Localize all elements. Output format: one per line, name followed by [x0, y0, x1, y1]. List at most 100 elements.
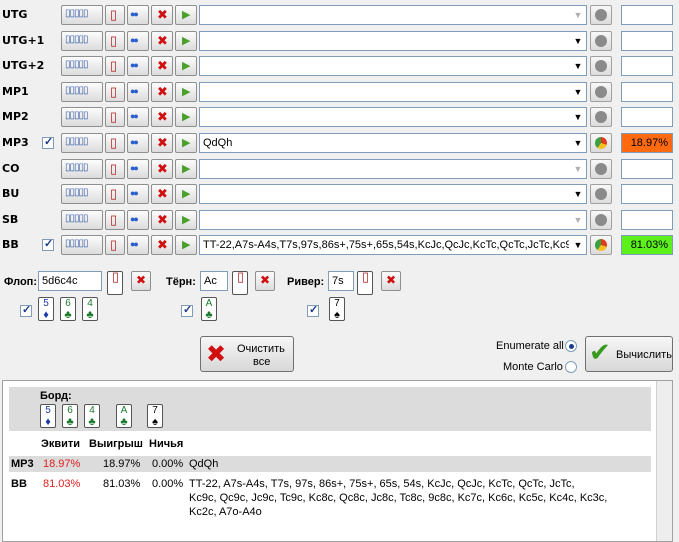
- status-dot-icon[interactable]: [590, 5, 612, 25]
- chips-icon[interactable]: [127, 56, 149, 77]
- hand-combo[interactable]: ▼: [199, 30, 587, 51]
- river-clear-button[interactable]: [381, 271, 401, 291]
- arrow-right-icon[interactable]: [175, 30, 197, 51]
- clear-icon[interactable]: [151, 5, 173, 25]
- turn-clear-button[interactable]: [255, 271, 275, 291]
- clear-icon[interactable]: [151, 184, 173, 205]
- card-picker-button[interactable]: [105, 133, 125, 153]
- chips-icon[interactable]: [127, 133, 149, 153]
- clear-icon[interactable]: [151, 235, 173, 256]
- chips-icon[interactable]: [127, 107, 149, 128]
- dropdown-arrow-icon[interactable]: ▼: [570, 236, 586, 254]
- clear-icon[interactable]: [151, 209, 173, 230]
- enumerate-radio[interactable]: [565, 340, 577, 352]
- arrow-right-icon[interactable]: [175, 235, 197, 256]
- calculate-button[interactable]: ✔ Вычислить: [585, 336, 673, 372]
- arrow-right-icon[interactable]: [175, 5, 197, 25]
- flop-checkbox[interactable]: [20, 303, 32, 317]
- range-matrix-button[interactable]: [61, 107, 103, 128]
- arrow-right-icon[interactable]: [175, 107, 197, 128]
- dropdown-arrow-icon[interactable]: ▼: [570, 211, 586, 229]
- turn-card-picker-button[interactable]: [232, 271, 248, 295]
- chips-icon[interactable]: [127, 209, 149, 230]
- range-matrix-button[interactable]: [61, 5, 103, 25]
- arrow-right-icon[interactable]: [175, 133, 197, 153]
- hand-combo[interactable]: ▼: [199, 5, 587, 25]
- status-dot-icon[interactable]: [590, 30, 612, 51]
- chips-icon[interactable]: [127, 184, 149, 205]
- chips-icon[interactable]: [127, 235, 149, 256]
- clear-icon[interactable]: [151, 56, 173, 77]
- arrow-right-icon[interactable]: [175, 158, 197, 179]
- card-picker-button[interactable]: [105, 81, 125, 102]
- card-picker-button[interactable]: [105, 5, 125, 25]
- hand-combo[interactable]: ▼: [199, 158, 587, 179]
- arrow-right-icon[interactable]: [175, 56, 197, 77]
- hand-combo[interactable]: ▼: [199, 56, 587, 77]
- hand-combo[interactable]: ▼: [199, 209, 587, 230]
- dropdown-arrow-icon[interactable]: ▼: [570, 134, 586, 152]
- range-matrix-button[interactable]: [61, 133, 103, 153]
- dropdown-arrow-icon[interactable]: ▼: [570, 83, 586, 101]
- results-scrollbar[interactable]: [656, 381, 672, 541]
- turn-input[interactable]: Ac: [200, 271, 228, 291]
- arrow-right-icon[interactable]: [175, 209, 197, 230]
- card-picker-button[interactable]: [105, 235, 125, 256]
- flop-card-picker-button[interactable]: [107, 271, 123, 295]
- pie-chart-icon[interactable]: [590, 133, 612, 153]
- status-dot-icon[interactable]: [590, 56, 612, 77]
- status-dot-icon[interactable]: [590, 81, 612, 102]
- dropdown-arrow-icon[interactable]: ▼: [570, 185, 586, 203]
- flop-clear-button[interactable]: [131, 271, 151, 291]
- turn-checkbox[interactable]: [181, 303, 193, 317]
- chips-icon[interactable]: [127, 5, 149, 25]
- pie-chart-icon[interactable]: [590, 235, 612, 256]
- clear-icon[interactable]: [151, 107, 173, 128]
- range-matrix-button[interactable]: [61, 30, 103, 51]
- dropdown-arrow-icon[interactable]: ▼: [570, 32, 586, 50]
- hand-combo[interactable]: ▼: [199, 81, 587, 102]
- status-dot-icon[interactable]: [590, 184, 612, 205]
- card-picker-button[interactable]: [105, 56, 125, 77]
- player-checkbox[interactable]: [42, 135, 54, 149]
- range-matrix-button[interactable]: [61, 184, 103, 205]
- card-picker-button[interactable]: [105, 30, 125, 51]
- river-card-picker-button[interactable]: [357, 271, 373, 295]
- flop-input[interactable]: 5d6c4c: [38, 271, 102, 291]
- range-matrix-button[interactable]: [61, 235, 103, 256]
- clear-all-button[interactable]: ✖ Очистить все: [200, 336, 294, 372]
- dropdown-arrow-icon[interactable]: ▼: [570, 108, 586, 126]
- status-dot-icon[interactable]: [590, 209, 612, 230]
- status-dot-icon[interactable]: [590, 158, 612, 179]
- arrow-right-icon[interactable]: [175, 184, 197, 205]
- chips-icon[interactable]: [127, 30, 149, 51]
- monte-carlo-radio[interactable]: [565, 361, 577, 373]
- river-input[interactable]: 7s: [328, 271, 354, 291]
- card-picker-button[interactable]: [105, 184, 125, 205]
- chips-icon[interactable]: [127, 81, 149, 102]
- clear-icon[interactable]: [151, 30, 173, 51]
- dropdown-arrow-icon[interactable]: ▼: [570, 160, 586, 178]
- dropdown-arrow-icon[interactable]: ▼: [570, 6, 586, 24]
- hand-combo[interactable]: QdQh ▼: [199, 133, 587, 153]
- hand-combo[interactable]: ▼: [199, 184, 587, 205]
- card-picker-button[interactable]: [105, 107, 125, 128]
- range-matrix-button[interactable]: [61, 56, 103, 77]
- range-matrix-button[interactable]: [61, 209, 103, 230]
- river-checkbox[interactable]: [307, 303, 319, 317]
- dropdown-arrow-icon[interactable]: ▼: [570, 57, 586, 75]
- range-matrix-button[interactable]: [61, 158, 103, 179]
- card-picker-button[interactable]: [105, 158, 125, 179]
- status-dot-icon[interactable]: [590, 107, 612, 128]
- clear-icon[interactable]: [151, 158, 173, 179]
- arrow-right-icon[interactable]: [175, 81, 197, 102]
- hand-combo[interactable]: ▼: [199, 107, 587, 128]
- river-label: Ривер:: [287, 276, 325, 288]
- clear-icon[interactable]: [151, 81, 173, 102]
- player-checkbox[interactable]: [42, 237, 54, 252]
- hand-combo[interactable]: TT-22,A7s-A4s,T7s,97s,86s+,75s+,65s,54s,…: [199, 235, 587, 256]
- range-matrix-button[interactable]: [61, 81, 103, 102]
- clear-icon[interactable]: [151, 133, 173, 153]
- chips-icon[interactable]: [127, 158, 149, 179]
- card-picker-button[interactable]: [105, 209, 125, 230]
